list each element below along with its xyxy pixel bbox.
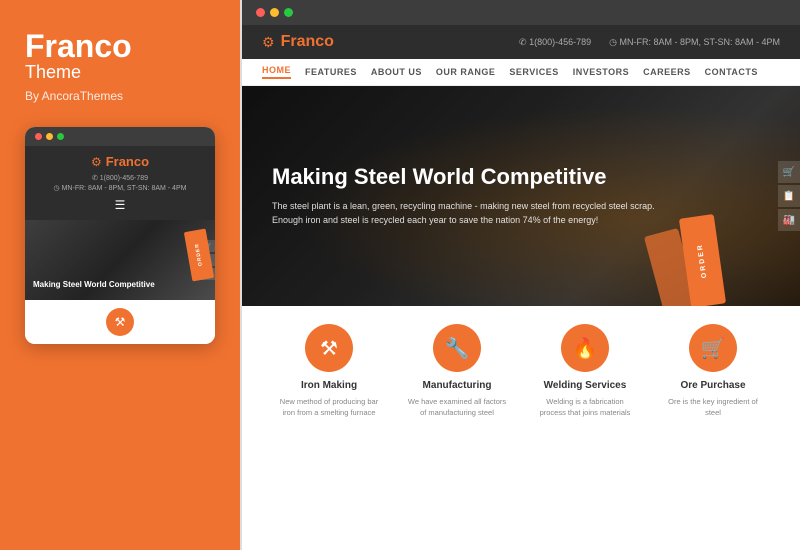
site-nav: HOME FEATURES ABOUT US OUR RANGE SERVICE… xyxy=(242,59,800,86)
site-header: ⚙ Franco ✆ 1(800)-456-789 ◷ MN-FR: 8AM -… xyxy=(242,25,800,59)
hero-right-icons: 🛒 📋 🏭 xyxy=(778,86,800,306)
brand-title: Franco xyxy=(25,30,215,62)
mobile-services: ⚒ xyxy=(25,300,215,344)
site-header-right: ✆ 1(800)-456-789 ◷ MN-FR: 8AM - 8PM, ST-… xyxy=(519,37,780,48)
mobile-header-dark: ⚙ Franco ✆ 1(800)-456-789 ◷ MN-FR: 8AM -… xyxy=(25,146,215,220)
service-ore-purchase: 🛒 Ore Purchase Ore is the key ingredient… xyxy=(663,324,763,419)
nav-services[interactable]: SERVICES xyxy=(509,67,558,77)
service-desc-welding: Welding is a fabrication process that jo… xyxy=(535,396,635,419)
desktop-mockup: ⚙ Franco ✆ 1(800)-456-789 ◷ MN-FR: 8AM -… xyxy=(240,0,800,550)
desktop-dot-red xyxy=(256,8,265,17)
service-iron-making: ⚒ Iron Making New method of producing ba… xyxy=(279,324,379,419)
dot-yellow xyxy=(46,133,53,140)
left-panel: Franco Theme By AncoraThemes ⚙ Franco ✆ … xyxy=(0,0,240,550)
brand-subtitle: Theme xyxy=(25,62,215,83)
hero-icon-list[interactable]: 📋 xyxy=(778,185,800,207)
nav-home[interactable]: HOME xyxy=(262,65,291,79)
hero-content: Making Steel World Competitive The steel… xyxy=(242,164,685,227)
services-section: ⚒ Iron Making New method of producing ba… xyxy=(242,306,800,550)
service-name-ore: Ore Purchase xyxy=(680,380,745,391)
mobile-top-bar xyxy=(25,127,215,146)
desktop-top-bar xyxy=(242,0,800,25)
service-name-iron: Iron Making xyxy=(301,380,357,391)
hero-desc-1: The steel plant is a lean, green, recycl… xyxy=(272,199,655,213)
dot-red xyxy=(35,133,42,140)
nav-features[interactable]: FEATURES xyxy=(305,67,357,77)
service-welding: 🔥 Welding Services Welding is a fabricat… xyxy=(535,324,635,419)
mobile-gear-icon: ⚙ xyxy=(91,155,102,169)
mobile-hours: ◷ MN-FR: 8AM - 8PM, ST-SN: 8AM - 4PM xyxy=(54,184,187,192)
mobile-logo-text: Franco xyxy=(106,154,149,169)
mobile-service-icon: ⚒ xyxy=(106,308,134,336)
hero-title: Making Steel World Competitive xyxy=(272,164,655,190)
nav-our-range[interactable]: OUR RANGE xyxy=(436,67,496,77)
mobile-hero: Making Steel World Competitive ORDER 🛒 📋… xyxy=(25,220,215,300)
mobile-mockup: ⚙ Franco ✆ 1(800)-456-789 ◷ MN-FR: 8AM -… xyxy=(25,127,215,344)
service-desc-iron: New method of producing bar iron from a … xyxy=(279,396,379,419)
mobile-phone: ✆ 1(800)-456-789 xyxy=(92,174,148,182)
service-icon-manufacturing: 🔧 xyxy=(433,324,481,372)
site-gear-icon: ⚙ xyxy=(262,34,275,51)
brand-by: By AncoraThemes xyxy=(25,89,215,103)
hero-icon-factory[interactable]: 🏭 xyxy=(778,209,800,231)
site-logo-text: Franco xyxy=(281,33,334,51)
services-grid: ⚒ Iron Making New method of producing ba… xyxy=(262,324,780,419)
hero-card-text: ORDER xyxy=(697,243,709,279)
desktop-dot-yellow xyxy=(270,8,279,17)
nav-about-us[interactable]: ABOUT US xyxy=(371,67,422,77)
mobile-logo: ⚙ Franco xyxy=(91,154,149,169)
desktop-dot-green xyxy=(284,8,293,17)
hero-desc-2: Enough iron and steel is recycled each y… xyxy=(272,213,655,227)
nav-contacts[interactable]: CONTACTS xyxy=(705,67,758,77)
service-icon-iron: ⚒ xyxy=(305,324,353,372)
mobile-menu-icon[interactable]: ☰ xyxy=(35,198,205,212)
site-phone: ✆ 1(800)-456-789 xyxy=(519,37,591,48)
mobile-hero-text: Making Steel World Competitive xyxy=(33,280,155,290)
service-desc-manufacturing: We have examined all factors of manufact… xyxy=(407,396,507,419)
dot-green xyxy=(57,133,64,140)
service-name-manufacturing: Manufacturing xyxy=(423,380,492,391)
nav-investors[interactable]: INVESTORS xyxy=(573,67,629,77)
service-manufacturing: 🔧 Manufacturing We have examined all fac… xyxy=(407,324,507,419)
site-logo: ⚙ Franco xyxy=(262,33,334,51)
service-desc-ore: Ore is the key ingredient of steel xyxy=(663,396,763,419)
site-hero: Making Steel World Competitive The steel… xyxy=(242,86,800,306)
service-name-welding: Welding Services xyxy=(544,380,627,391)
service-icon-welding: 🔥 xyxy=(561,324,609,372)
nav-careers[interactable]: CAREERS xyxy=(643,67,691,77)
service-icon-ore: 🛒 xyxy=(689,324,737,372)
hero-icon-cart[interactable]: 🛒 xyxy=(778,161,800,183)
site-hours: ◷ MN-FR: 8AM - 8PM, ST-SN: 8AM - 4PM xyxy=(609,37,780,48)
mobile-card-text: ORDER xyxy=(194,243,204,267)
